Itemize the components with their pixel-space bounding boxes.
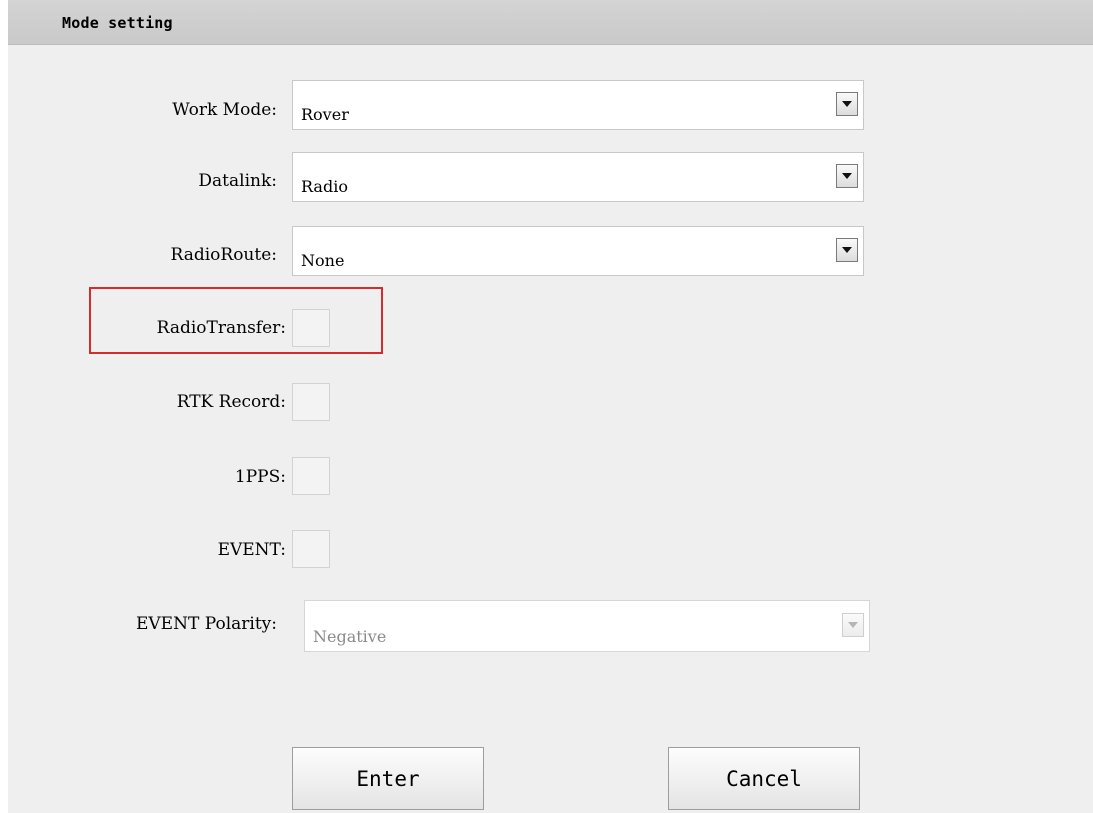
enter-button[interactable]: Enter [292, 747, 484, 810]
work-mode-value: Rover [301, 105, 349, 124]
chevron-down-icon[interactable] [836, 238, 858, 262]
event-checkbox[interactable] [292, 530, 330, 568]
event-polarity-select[interactable]: Negative [304, 600, 870, 652]
cancel-button[interactable]: Cancel [668, 747, 860, 810]
radio-transfer-checkbox[interactable] [292, 309, 330, 347]
radio-transfer-label: RadioTransfer: [156, 318, 286, 338]
chevron-down-icon [842, 613, 864, 637]
radio-route-select[interactable]: None [292, 226, 864, 276]
work-mode-select[interactable]: Rover [292, 80, 864, 130]
radio-route-value: None [301, 251, 345, 270]
datalink-label: Datalink: [198, 171, 277, 191]
chevron-down-icon[interactable] [836, 92, 858, 116]
rtk-record-label: RTK Record: [176, 392, 286, 412]
datalink-value: Radio [301, 177, 348, 196]
event-polarity-value: Negative [313, 627, 387, 646]
radio-route-label: RadioRoute: [170, 245, 277, 265]
pps-checkbox[interactable] [292, 457, 330, 495]
dialog-titlebar: Mode setting [8, 0, 1093, 45]
work-mode-label: Work Mode: [172, 100, 277, 120]
chevron-down-icon[interactable] [836, 164, 858, 188]
mode-setting-dialog: Mode setting Work Mode: Rover Datalink: … [8, 0, 1093, 813]
dialog-title: Mode setting [62, 14, 173, 32]
rtk-record-checkbox[interactable] [292, 383, 330, 421]
event-polarity-label: EVENT Polarity: [136, 614, 277, 634]
pps-label: 1PPS: [234, 467, 286, 487]
event-label: EVENT: [217, 540, 286, 560]
datalink-select[interactable]: Radio [292, 152, 864, 202]
